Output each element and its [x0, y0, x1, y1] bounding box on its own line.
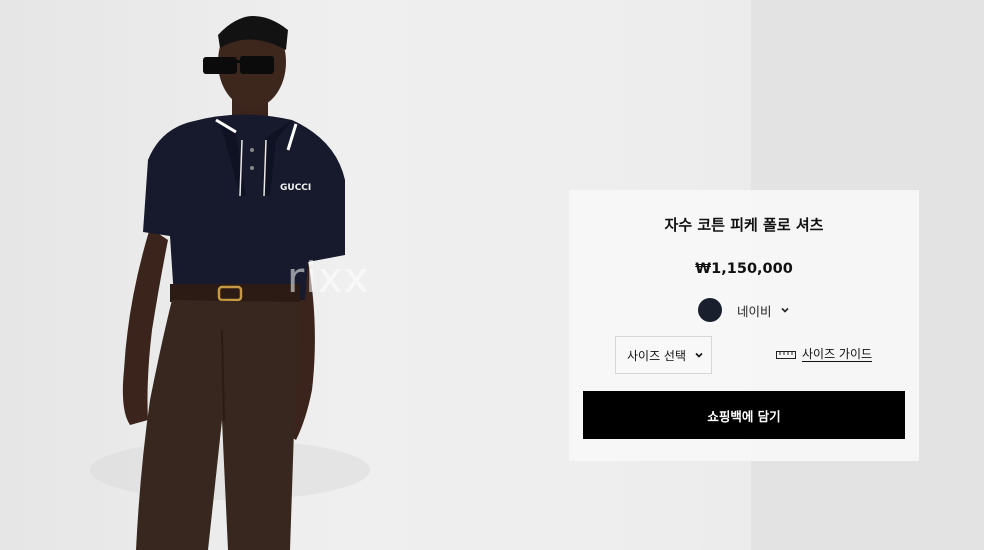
- product-page: GUCCI rixx rixx 자수 코튼 피케 폴로 셔츠 ₩1,150,00…: [0, 0, 984, 550]
- size-guide-label: 사이즈 가이드: [802, 347, 873, 362]
- color-swatch[interactable]: [698, 298, 722, 322]
- color-selector[interactable]: 네이비: [698, 297, 790, 323]
- size-select-label: 사이즈 선택: [627, 348, 687, 363]
- chevron-down-icon: [694, 350, 704, 360]
- size-select[interactable]: 사이즈 선택: [615, 336, 712, 374]
- shirt-logo: GUCCI: [280, 183, 311, 193]
- product-info-panel: 자수 코튼 피케 폴로 셔츠 ₩1,150,000 네이비 사이즈 선택 사이즈…: [569, 190, 919, 461]
- size-guide-link[interactable]: 사이즈 가이드: [776, 347, 873, 362]
- chevron-down-icon: [780, 305, 790, 315]
- product-title: 자수 코튼 피케 폴로 셔츠: [664, 216, 824, 234]
- color-label: 네이비: [737, 303, 772, 319]
- product-model-photo: GUCCI: [90, 16, 370, 550]
- watermark: rixx: [287, 253, 370, 302]
- product-price: ₩1,150,000: [695, 261, 793, 277]
- ruler-icon: [776, 350, 796, 360]
- add-to-bag-button[interactable]: 쇼핑백에 담기: [583, 391, 905, 439]
